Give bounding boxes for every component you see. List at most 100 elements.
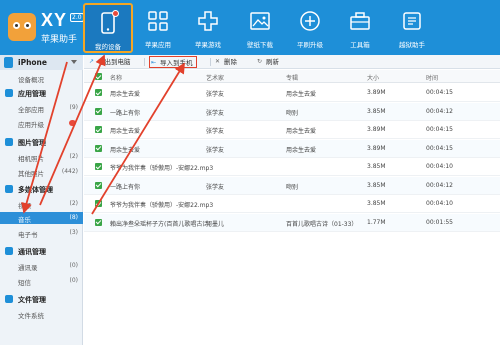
cell-name: 賴出净叁朵瑶杯子方(百首儿歌唱古诗): [110, 220, 211, 228]
item-label: 文件系统: [18, 312, 44, 320]
app-name: 苹果助手: [41, 35, 78, 45]
picture-icon: [250, 12, 270, 30]
item-label: 电子书: [18, 231, 38, 239]
row-checkbox[interactable]: [95, 218, 102, 226]
item-label: 相机照片: [18, 155, 44, 163]
sidebar-item-overview[interactable]: 设备概况: [18, 74, 44, 84]
item-label: 应用升级: [18, 121, 44, 129]
column-header-duration[interactable]: 时间: [426, 73, 438, 82]
column-header-artist[interactable]: 艺术家: [206, 73, 224, 82]
upgrade-icon: [300, 11, 320, 31]
sidebar-item-file-system[interactable]: 文件系统: [0, 308, 83, 320]
row-checkbox[interactable]: [95, 200, 102, 207]
sidebar-item-video[interactable]: 视频 (2): [0, 198, 83, 210]
sidebar-group-media[interactable]: 多媒体管理: [0, 182, 83, 196]
cell-duration: 00:04:10: [426, 200, 453, 207]
sidebar-item-address-book[interactable]: 通讯录 (0): [0, 260, 83, 272]
cell-size: 3.85M: [367, 163, 386, 170]
cell-name: 爷爷为我伴奏（骄傲用）-安娜22.mp3: [110, 202, 214, 209]
sidebar-group-files[interactable]: 文件管理: [0, 292, 83, 306]
table-row[interactable]: 一路上有你 张学友 吻别 3.85M 00:04:12: [84, 176, 500, 195]
cell-artist: 张学友: [206, 183, 225, 191]
cell-name: 一路上有你: [110, 109, 141, 117]
nav-label: 我的设备: [95, 43, 121, 51]
nav-flash-upgrade[interactable]: 平刷升级: [285, 3, 335, 53]
button-label: 导入到手机: [160, 59, 193, 67]
cell-duration: 00:04:15: [426, 144, 453, 152]
table-row[interactable]: 賴出净叁朵瑶杯子方(百首儿歌唱古诗) 何墨儿 百首儿歌唱古诗（01-33） 1.77M…: [84, 213, 500, 232]
nav-apple-apps[interactable]: 苹果应用: [133, 3, 183, 53]
nav-label: 平刷升级: [297, 41, 323, 49]
export-icon: ↗: [89, 58, 95, 65]
table-row[interactable]: 用余生去爱 张学友 用余生去爱 3.89M 00:04:15: [84, 84, 500, 102]
column-header-size[interactable]: 大小: [367, 73, 379, 82]
cell-duration: 00:04:10: [426, 163, 453, 170]
row-checkbox[interactable]: [95, 144, 102, 152]
cell-name: 用余生去爱: [110, 128, 141, 135]
import-icon: ⇤: [151, 59, 157, 66]
sidebar-item-app-upgrade[interactable]: 应用升级: [0, 117, 83, 129]
sidebar-item-camera-photos[interactable]: 相机照片 (2): [0, 151, 83, 163]
item-count: (2): [69, 200, 79, 207]
cell-artist: 张学友: [206, 128, 225, 135]
sidebar-item-ebook[interactable]: 电子书 (3): [0, 227, 83, 239]
button-label: 导出到电脑: [98, 58, 131, 66]
cell-album: 用余生去爱: [286, 128, 317, 135]
nav-my-device[interactable]: 我的设备: [83, 3, 133, 53]
sidebar-item-other-photos[interactable]: 其他照片 (442): [0, 166, 83, 178]
sidebar-item-music[interactable]: 音乐 (8): [0, 212, 83, 224]
sidebar-group-apps[interactable]: 应用管理: [0, 86, 83, 100]
nav-jailbreak[interactable]: 越狱助手: [387, 3, 437, 53]
import-to-phone-button[interactable]: ⇤ 导入到手机: [149, 56, 197, 68]
table-row[interactable]: 用余生去爱 张学友 用余生去爱 3.89M 00:04:15: [84, 139, 500, 158]
cell-artist: 张学友: [206, 109, 225, 117]
group-label: 多媒体管理: [18, 186, 53, 194]
row-checkbox[interactable]: [95, 181, 102, 189]
table-row[interactable]: 爷爷为我伴奏（骄傲用）-安娜22.mp3 3.85M 00:04:10: [84, 158, 500, 176]
row-checkbox[interactable]: [95, 163, 102, 170]
export-to-pc-button[interactable]: ↗ 导出到电脑: [88, 56, 131, 68]
item-label: 音乐: [18, 216, 31, 224]
row-checkbox[interactable]: [95, 89, 102, 96]
table-row[interactable]: 一路上有你 张学友 吻别 3.85M 00:04:12: [84, 102, 500, 121]
cell-duration: 00:04:15: [426, 126, 453, 133]
item-count: (3): [69, 229, 79, 236]
cell-artist: 张学友: [206, 146, 225, 154]
column-header-name[interactable]: 名称: [110, 73, 122, 82]
cell-album: 用余生去爱: [286, 146, 317, 154]
row-checkbox[interactable]: [95, 107, 102, 115]
row-checkbox[interactable]: [95, 126, 102, 133]
item-count: (2): [69, 153, 79, 160]
cell-duration: 00:04:12: [426, 181, 453, 189]
nav-wallpaper[interactable]: 壁纸下载: [235, 3, 285, 53]
toolbar: ↗ 导出到电脑 ⇤ 导入到手机 ✕ 删除 ↻ 刷新: [84, 55, 500, 69]
select-all-checkbox[interactable]: [95, 73, 102, 80]
cell-size: 3.89M: [367, 126, 386, 133]
group-label: 图片管理: [18, 139, 46, 147]
table-header: 名称 艺术家 专辑 大小 时间: [84, 70, 500, 83]
device-selector[interactable]: iPhone: [0, 55, 83, 70]
nav-label: 工具箱: [350, 41, 370, 49]
column-header-album[interactable]: 专辑: [286, 73, 298, 82]
delete-button[interactable]: ✕ 删除: [214, 56, 237, 68]
nav-apple-games[interactable]: 苹果游戏: [183, 3, 233, 53]
cell-size: 1.77M: [367, 218, 386, 226]
media-group-icon: [5, 185, 13, 193]
sidebar-group-contacts[interactable]: 通讯管理: [0, 244, 83, 258]
sidebar-item-all-apps[interactable]: 全部应用 (9): [0, 102, 83, 114]
item-count: (442): [61, 168, 78, 175]
apps-group-icon: [5, 89, 13, 97]
item-label: 短信: [18, 279, 31, 287]
table-row[interactable]: 爷爷为我伴奏（骄傲用）-安娜22.mp3 3.85M 00:04:10: [84, 195, 500, 213]
cell-album: 百首儿歌唱古诗（01-33）: [286, 220, 358, 228]
cell-size: 3.85M: [367, 181, 386, 189]
table-row[interactable]: 用余生去爱 张学友 用余生去爱 3.89M 00:04:15: [84, 121, 500, 139]
item-count: (8): [69, 214, 79, 221]
sidebar-item-sms[interactable]: 短信 (0): [0, 275, 83, 287]
nav-toolbox[interactable]: 工具箱: [335, 3, 385, 53]
refresh-button[interactable]: ↻ 刷新: [256, 56, 279, 68]
sidebar-group-photos[interactable]: 图片管理: [0, 135, 83, 149]
photos-group-icon: [5, 138, 13, 146]
nav-label: 苹果游戏: [195, 41, 221, 49]
cell-duration: 00:04:15: [426, 89, 453, 96]
